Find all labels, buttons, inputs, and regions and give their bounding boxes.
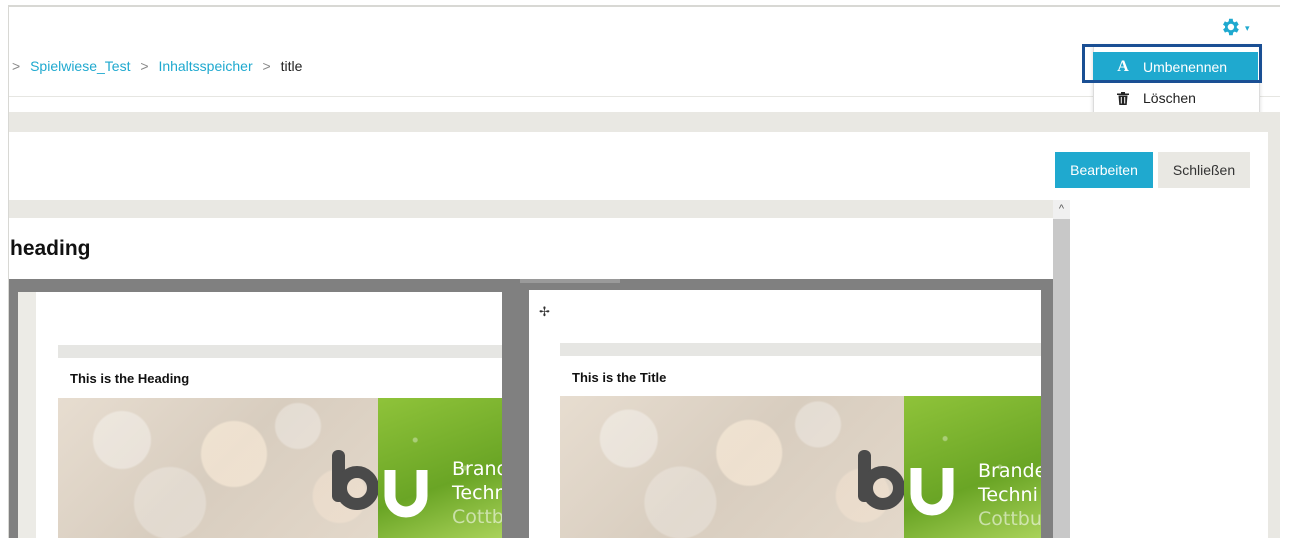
- card-bar: [560, 343, 1041, 356]
- preview-card-title[interactable]: This is the Title Brande Techni Cottbu: [529, 290, 1041, 538]
- rename-highlight-box: [1082, 44, 1262, 83]
- menu-item-delete[interactable]: Löschen: [1093, 84, 1258, 112]
- logo-b-icon: [332, 450, 378, 510]
- preview-left-strip: [18, 292, 36, 538]
- trash-icon: [1093, 91, 1143, 105]
- breadcrumb-link-inhaltsspeicher[interactable]: Inhaltsspeicher: [158, 58, 252, 74]
- breadcrumb-current: title: [280, 58, 303, 74]
- menu-item-delete-label: Löschen: [1143, 90, 1196, 106]
- gear-icon: [1219, 16, 1241, 38]
- brand-line: Techni: [452, 482, 502, 504]
- breadcrumb: > Spielwiese_Test > Inhaltsspeicher > ti…: [12, 58, 302, 74]
- edit-button[interactable]: Bearbeiten: [1055, 152, 1153, 188]
- brand-line: Brande: [978, 460, 1041, 482]
- card-bar: [58, 345, 502, 358]
- viewer-top-strip: [9, 200, 1053, 218]
- chevron-down-icon: ▾: [1245, 22, 1250, 33]
- logo-u-icon: [910, 468, 954, 516]
- preview-card-heading[interactable]: This is the Heading Brande Techni Cottbu: [36, 292, 502, 538]
- card-title: This is the Title: [572, 370, 667, 385]
- section-divider-band: [9, 112, 1280, 132]
- brand-line: Brande: [452, 458, 502, 480]
- breadcrumb-separator: >: [12, 58, 21, 74]
- scrollbar-thumb[interactable]: [1053, 219, 1070, 538]
- brand-green-panel: Brande Techni Cottbu: [378, 398, 502, 538]
- preview-top-marker: [520, 279, 620, 283]
- logo-b-icon: [858, 450, 904, 510]
- breadcrumb-separator: >: [140, 58, 149, 74]
- settings-menu-button[interactable]: ▾: [1219, 14, 1259, 40]
- bokeh-image: [560, 396, 904, 538]
- brand-green-panel: Brande Techni Cottbu: [904, 396, 1041, 538]
- brand-line: Techni: [978, 484, 1038, 506]
- content-heading: heading: [10, 237, 91, 260]
- right-gutter: [1268, 112, 1280, 538]
- breadcrumb-link-spielwiese[interactable]: Spielwiese_Test: [30, 58, 130, 74]
- brand-line: Cottbu: [978, 508, 1041, 530]
- bokeh-image: [58, 398, 378, 538]
- move-handle-icon[interactable]: ✢: [539, 304, 550, 320]
- card-title: This is the Heading: [70, 371, 190, 386]
- close-button[interactable]: Schließen: [1158, 152, 1250, 188]
- logo-u-icon: [384, 470, 428, 518]
- breadcrumb-separator: >: [262, 58, 271, 74]
- brand-line: Cottbu: [452, 506, 502, 528]
- scroll-up-arrow-icon[interactable]: ^: [1053, 200, 1070, 218]
